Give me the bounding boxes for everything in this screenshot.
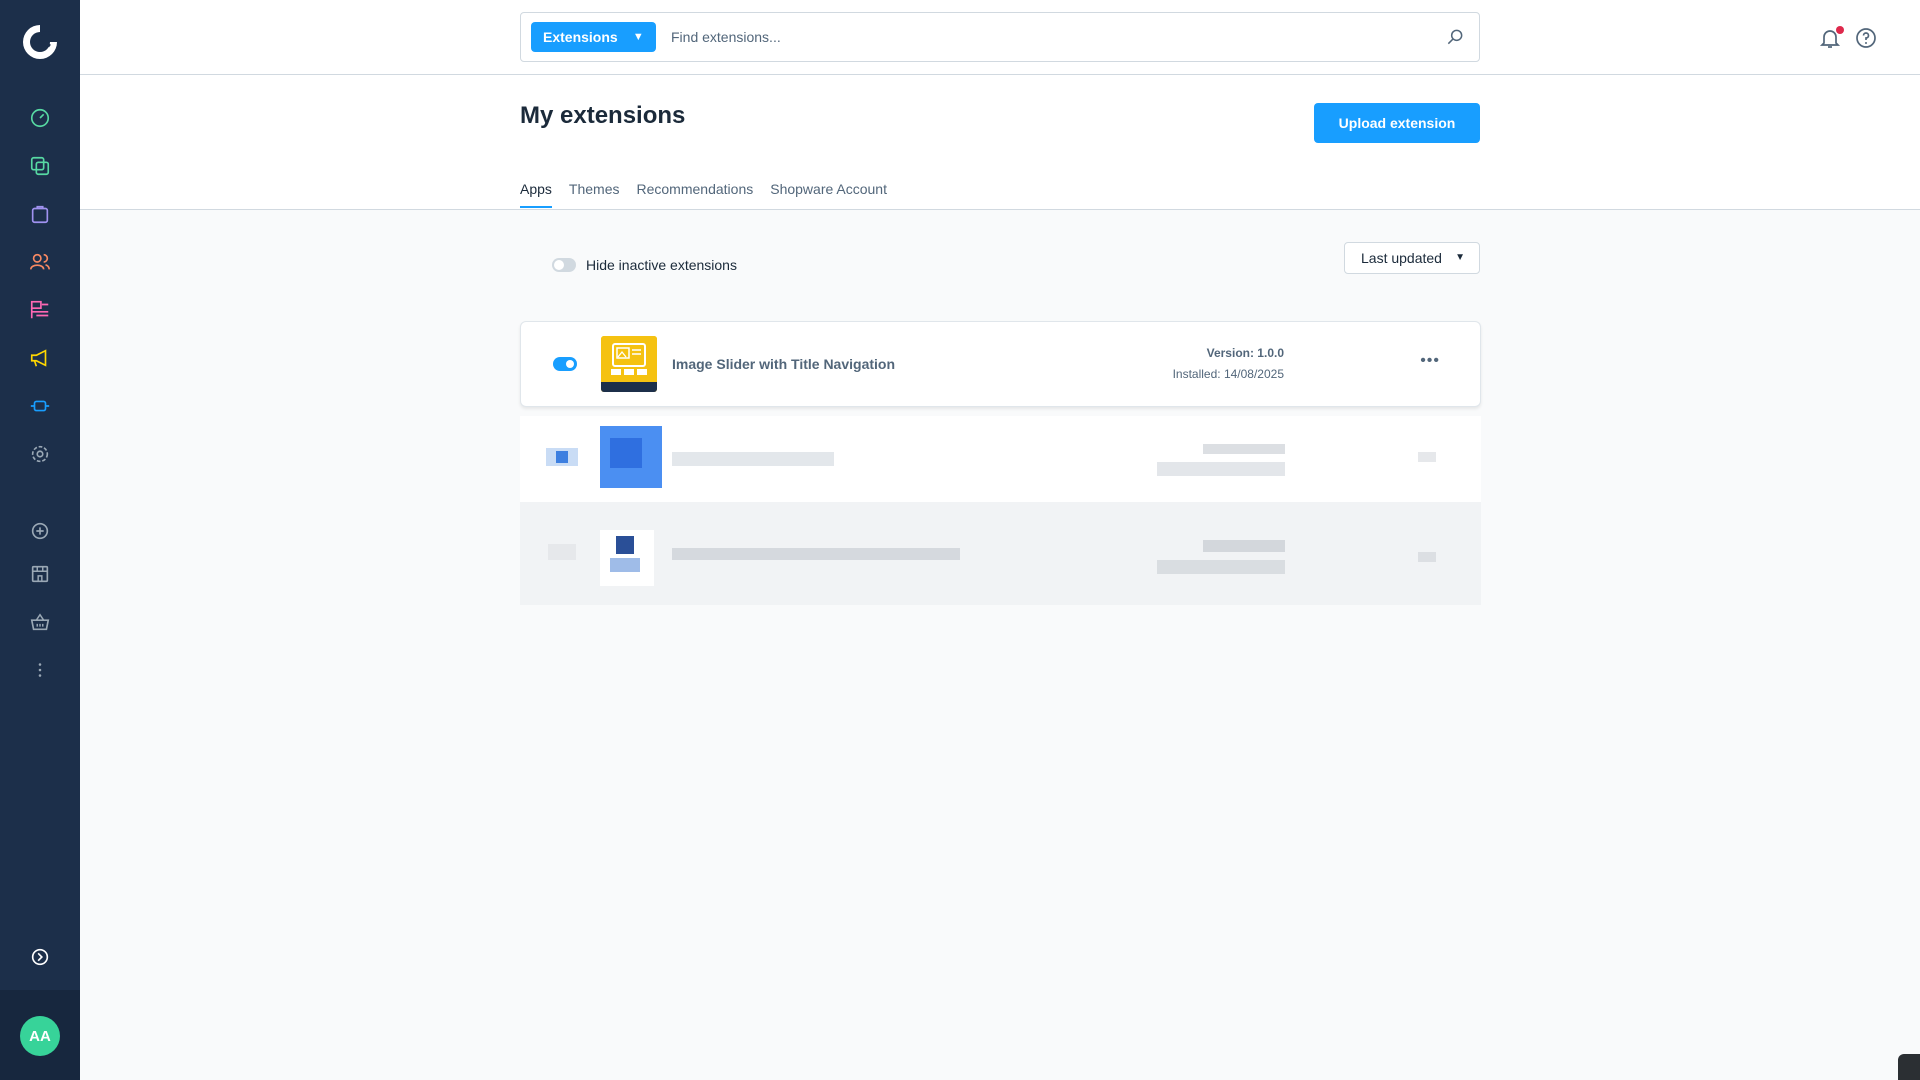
page-title: My extensions bbox=[520, 102, 686, 129]
dashboard-icon[interactable] bbox=[27, 105, 53, 131]
top-bar: Extensions ▼ bbox=[80, 0, 1920, 75]
help-icon[interactable] bbox=[1854, 26, 1878, 50]
customers-icon[interactable] bbox=[27, 249, 53, 275]
content-icon[interactable] bbox=[27, 297, 53, 323]
context-menu-icon[interactable]: ••• bbox=[1420, 352, 1440, 370]
search-type-dropdown[interactable]: Extensions ▼ bbox=[531, 22, 656, 52]
tab-recommendations[interactable]: Recommendations bbox=[637, 181, 754, 208]
redacted-installed bbox=[1157, 560, 1285, 574]
catalogues-icon[interactable] bbox=[27, 153, 53, 179]
redacted-name bbox=[672, 548, 960, 560]
redacted-logo-inner bbox=[610, 438, 642, 468]
extension-version: Version: 1.0.0 bbox=[1206, 346, 1284, 360]
chevron-down-icon: ▼ bbox=[1455, 252, 1465, 263]
extensions-icon[interactable] bbox=[27, 393, 53, 419]
extension-card: Image Slider with Title Navigation Versi… bbox=[520, 321, 1481, 407]
upload-extension-button[interactable]: Upload extension bbox=[1314, 103, 1480, 143]
chevron-down-icon: ▼ bbox=[632, 31, 644, 43]
hide-inactive-toggle[interactable] bbox=[552, 258, 576, 272]
redacted-menu bbox=[1418, 452, 1436, 462]
extension-installed-date: Installed: 14/08/2025 bbox=[1172, 367, 1284, 381]
redacted-menu bbox=[1418, 552, 1436, 562]
search-type-label: Extensions bbox=[543, 29, 618, 45]
tab-bar: Apps Themes Recommendations Shopware Acc… bbox=[520, 181, 887, 208]
avatar[interactable]: AA bbox=[20, 1016, 60, 1056]
sidebar: AA bbox=[0, 0, 80, 1080]
search-icon[interactable] bbox=[1445, 27, 1465, 47]
storefront-icon[interactable] bbox=[27, 561, 53, 587]
extension-active-toggle[interactable] bbox=[553, 357, 577, 371]
redacted-toggle-knob bbox=[556, 451, 568, 463]
redacted-logo-mark bbox=[610, 558, 640, 572]
tab-shopware-account[interactable]: Shopware Account bbox=[770, 181, 887, 208]
tab-apps[interactable]: Apps bbox=[520, 181, 552, 208]
more-vertical-icon[interactable] bbox=[27, 657, 53, 683]
search-bar: Extensions ▼ bbox=[520, 12, 1480, 62]
orders-icon[interactable] bbox=[27, 201, 53, 227]
chevron-circle-right-icon[interactable] bbox=[27, 944, 53, 970]
sort-select[interactable]: Last updated ▼ bbox=[1344, 242, 1480, 274]
extension-logo bbox=[601, 336, 657, 392]
page-header: My extensions Upload extension Apps Them… bbox=[80, 75, 1920, 210]
tab-themes[interactable]: Themes bbox=[569, 181, 620, 208]
search-input[interactable] bbox=[671, 25, 1431, 49]
redacted-name bbox=[672, 452, 834, 466]
redacted-extension-row bbox=[520, 416, 1481, 502]
redacted-version bbox=[1203, 540, 1285, 552]
corner-widget[interactable] bbox=[1898, 1054, 1920, 1080]
add-circle-icon[interactable] bbox=[27, 518, 53, 544]
basket-icon[interactable] bbox=[27, 609, 53, 635]
redacted-version bbox=[1203, 444, 1285, 454]
redacted-toggle bbox=[548, 544, 576, 560]
sort-select-value: Last updated bbox=[1361, 250, 1442, 266]
hide-inactive-label: Hide inactive extensions bbox=[586, 257, 737, 273]
marketing-icon[interactable] bbox=[27, 345, 53, 371]
redacted-logo-mark bbox=[616, 536, 634, 554]
settings-icon[interactable] bbox=[27, 441, 53, 467]
extension-name[interactable]: Image Slider with Title Navigation bbox=[672, 356, 895, 372]
redacted-installed bbox=[1157, 462, 1285, 476]
redacted-extension-row bbox=[520, 502, 1481, 605]
shopware-logo[interactable] bbox=[20, 22, 60, 62]
notification-badge bbox=[1836, 26, 1844, 34]
